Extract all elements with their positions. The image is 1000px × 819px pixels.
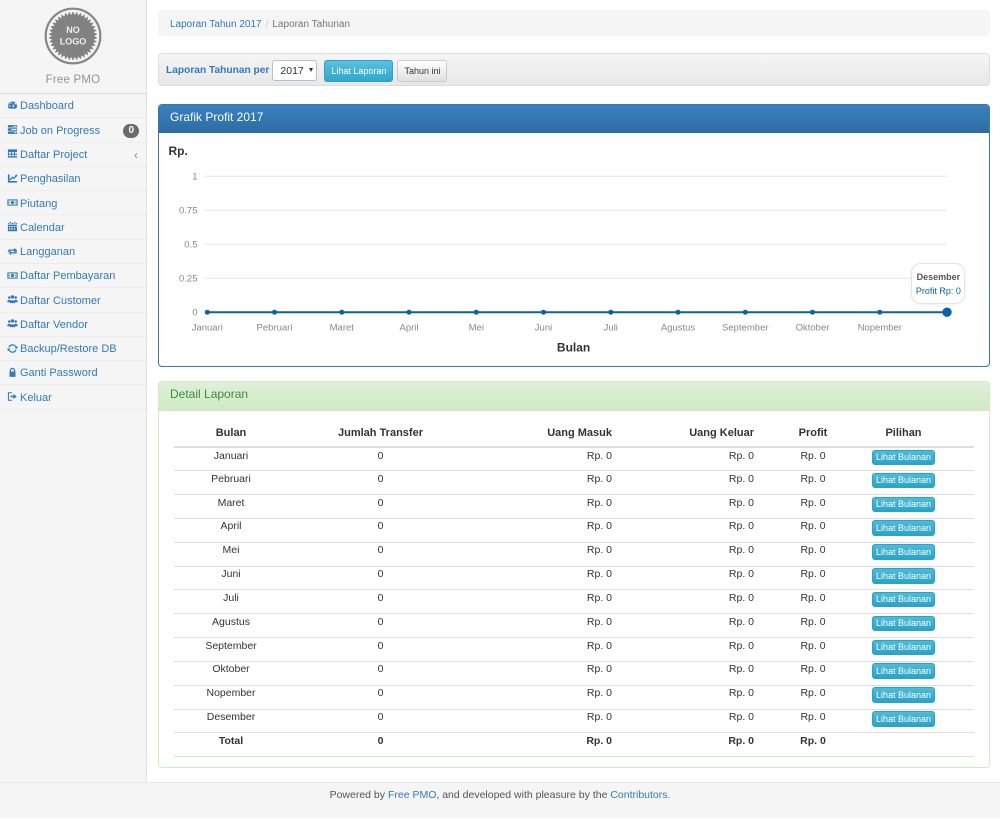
- svg-text:Agustus: Agustus: [661, 323, 696, 334]
- svg-text:0.75: 0.75: [179, 206, 198, 217]
- svg-text:Rp.: Rp.: [169, 144, 188, 158]
- svg-text:Mei: Mei: [469, 323, 484, 334]
- svg-text:Juni: Juni: [535, 323, 552, 334]
- svg-text:Januari: Januari: [192, 323, 223, 334]
- svg-text:September: September: [722, 323, 768, 334]
- svg-text:Oktober: Oktober: [796, 323, 830, 334]
- svg-text:Bulan: Bulan: [557, 341, 590, 355]
- svg-text:0.25: 0.25: [179, 274, 198, 285]
- svg-text:Pebruari: Pebruari: [257, 323, 293, 334]
- svg-text:Nopember: Nopember: [858, 323, 902, 334]
- svg-text:1: 1: [192, 172, 197, 183]
- svg-text:0: 0: [192, 308, 197, 319]
- svg-text:Juli: Juli: [604, 323, 618, 334]
- svg-text:NO: NO: [66, 25, 80, 35]
- svg-text:Maret: Maret: [330, 323, 355, 334]
- svg-text:April: April: [399, 323, 418, 334]
- svg-text:LOGO: LOGO: [60, 37, 87, 47]
- svg-text:0.5: 0.5: [184, 240, 197, 251]
